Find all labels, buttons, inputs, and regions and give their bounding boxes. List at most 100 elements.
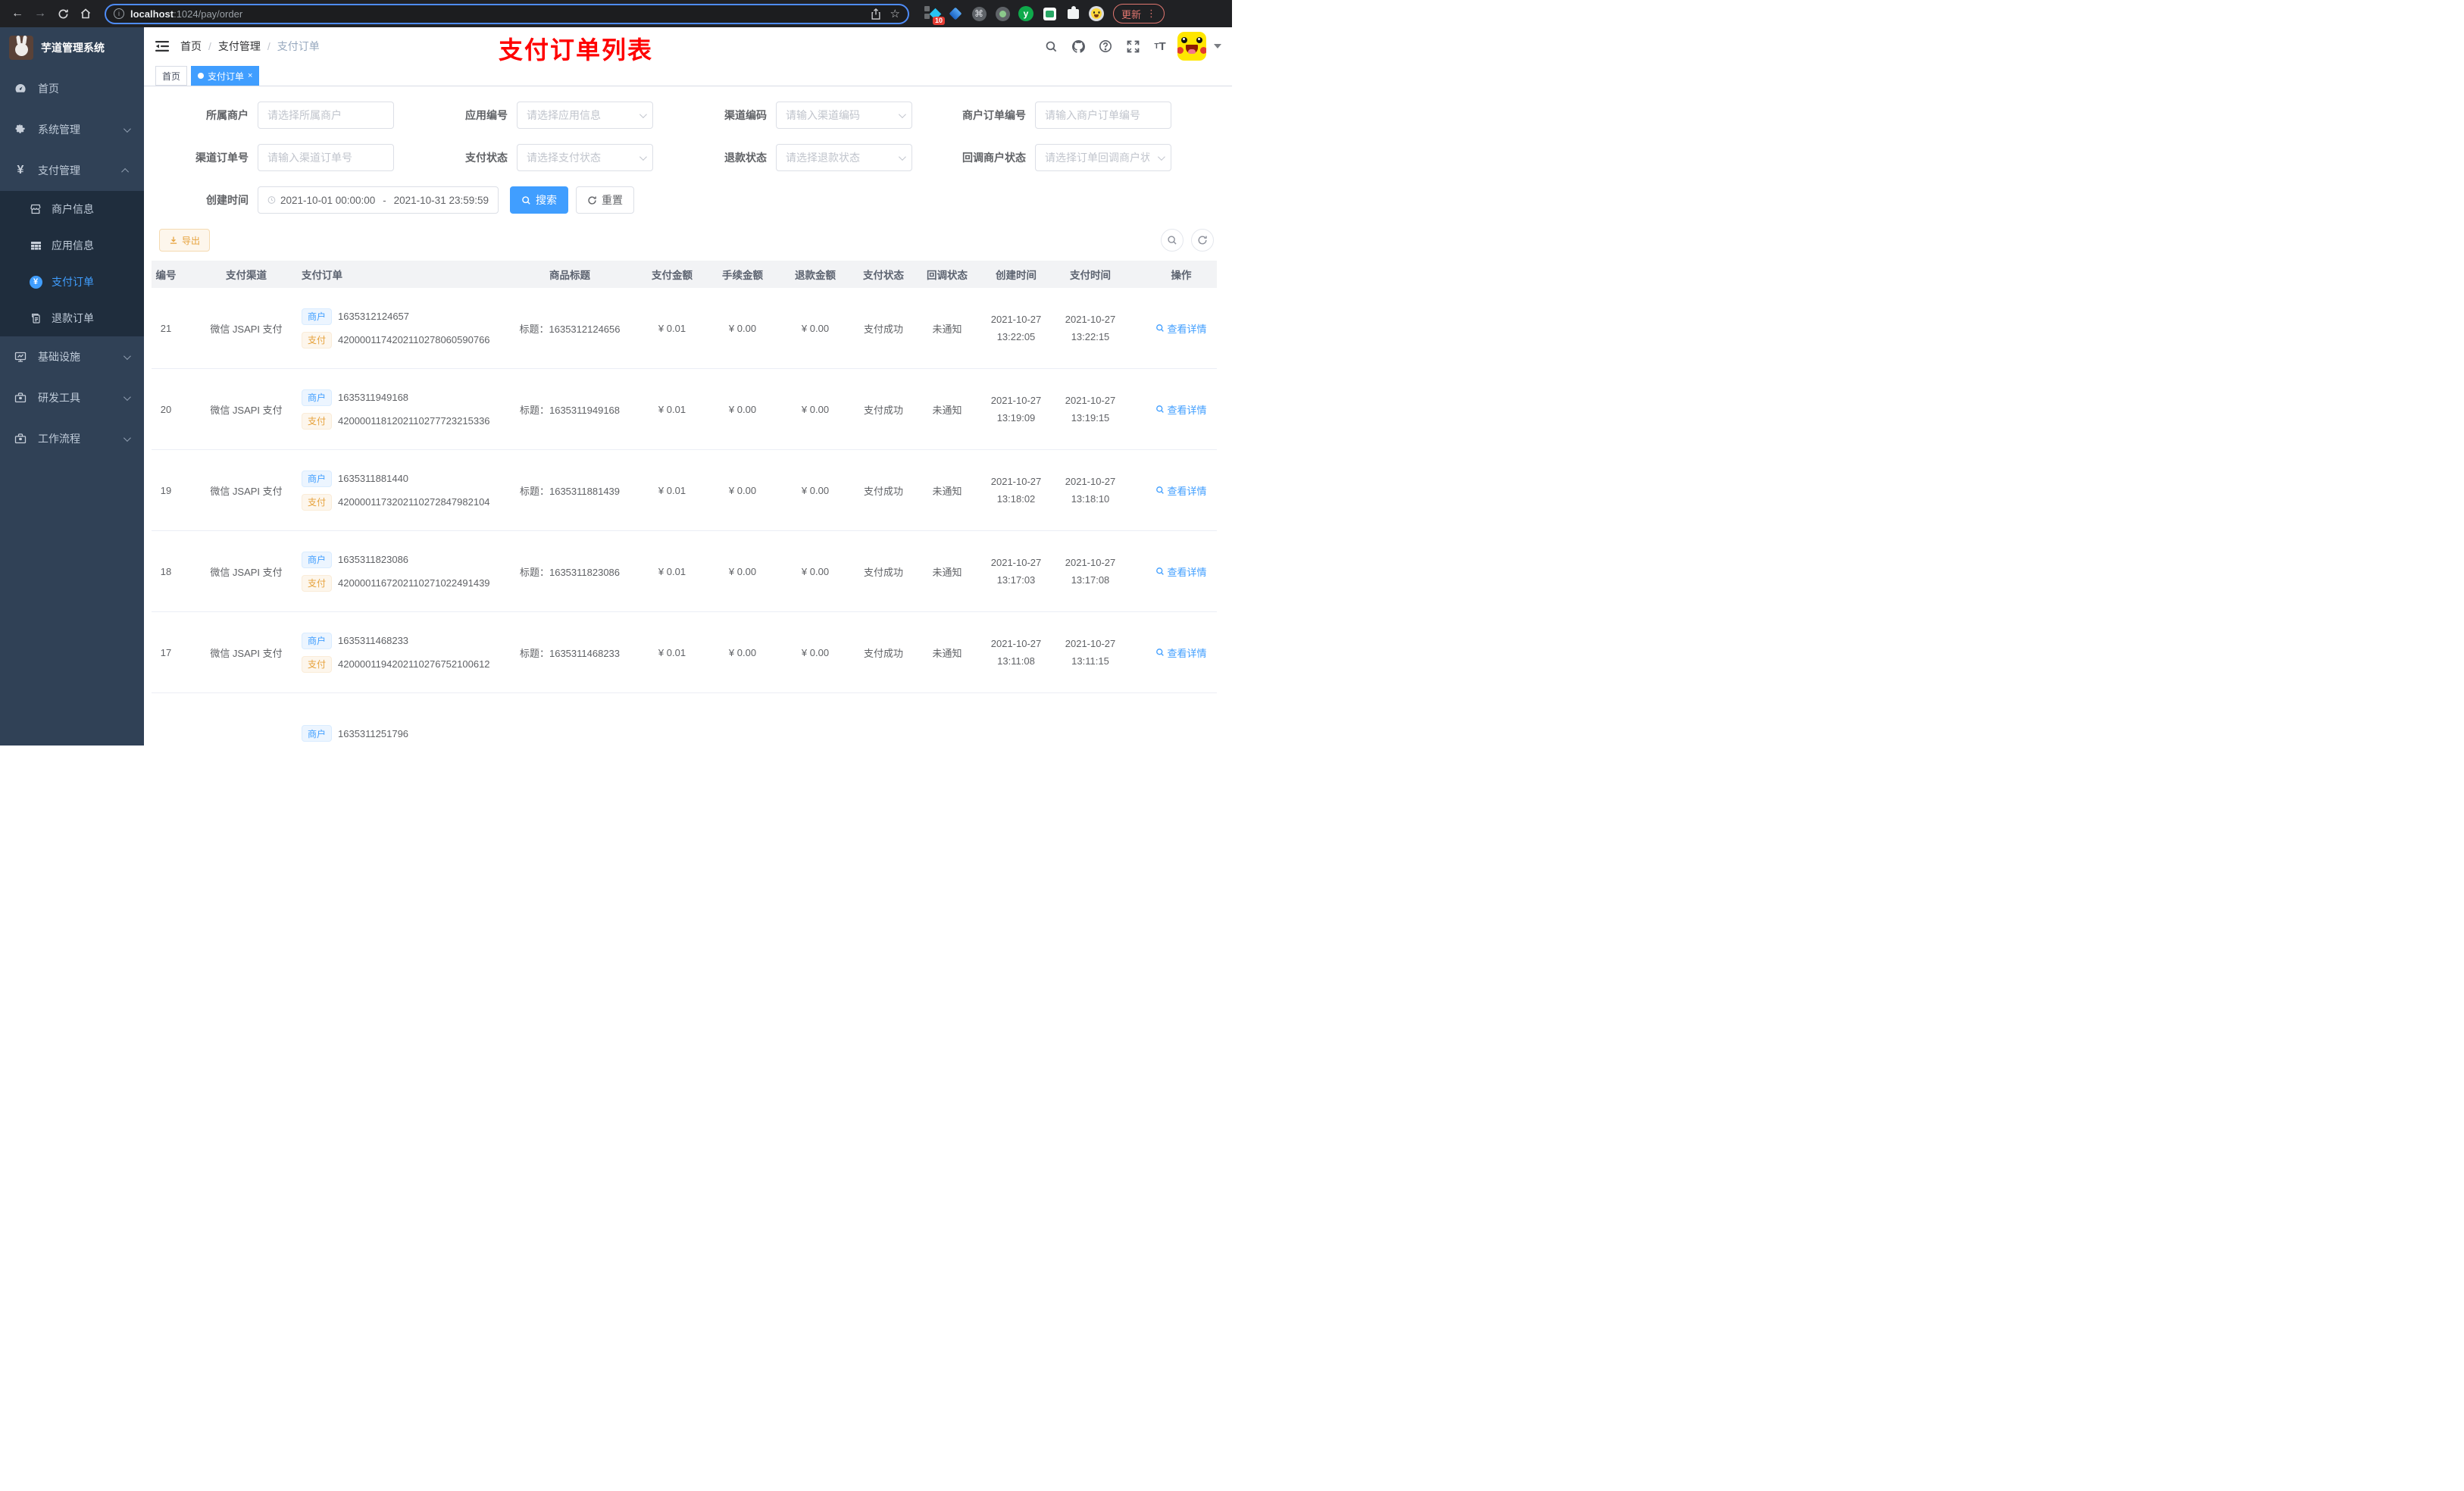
avatar-caret-icon[interactable] [1214, 44, 1221, 48]
pay-tag: 支付 [302, 412, 333, 430]
search-icon [1156, 405, 1165, 413]
reset-button[interactable]: 重置 [576, 186, 634, 214]
cell-notify-status: 未通知 [932, 647, 962, 659]
ext-command-icon[interactable]: ⌘ [971, 6, 987, 21]
bookmark-star-icon[interactable]: ☆ [890, 7, 900, 20]
sidebar-item-merchant-info[interactable]: 商户信息 [0, 191, 144, 227]
sidebar-item-refund-order[interactable]: 退款订单 [0, 300, 144, 336]
cell-order-numbers: 商户 1635312124657 支付 42000011742021102780… [297, 308, 502, 349]
cell-create-time: 2021-10-27 13:17:03 [990, 556, 1042, 586]
merchant-order-line: 商户 1635311823086 [302, 551, 497, 568]
view-detail-link[interactable]: 查看详情 [1155, 402, 1207, 417]
gear-icon [14, 123, 27, 136]
chevron-down-icon [123, 352, 131, 360]
view-detail-link[interactable]: 查看详情 [1155, 645, 1207, 660]
sidebar-item-devtools[interactable]: 研发工具 [0, 377, 144, 418]
cell-order-numbers: 商户 1635311251796 支付 [297, 725, 502, 742]
channel-order-no-input[interactable] [258, 144, 394, 171]
browser-forward-icon[interactable]: → [30, 4, 50, 23]
view-detail-link[interactable]: 查看详情 [1155, 321, 1207, 336]
date-end[interactable]: 2021-10-31 23:59:59 [394, 195, 489, 206]
ext-workspace-icon[interactable]: 10 [924, 6, 945, 25]
sidebar-item-infra[interactable]: 基础设施 [0, 336, 144, 377]
breadcrumb-pay[interactable]: 支付管理 [218, 39, 261, 54]
table-row: 19 微信 JSAPI 支付 商户 1635311881440 支付 42000… [152, 450, 1217, 531]
cell-title: 标题：1635311949168 [519, 404, 621, 416]
share-icon[interactable] [871, 8, 881, 20]
cell-fee: ¥ 0.00 [728, 484, 757, 496]
cell-actions: 查看详情 [1127, 564, 1217, 579]
pay-order-line: 支付 4200001173202110272847982104 [302, 493, 497, 511]
ext-chat-icon[interactable] [1042, 6, 1057, 21]
breadcrumb: 首页 / 支付管理 / 支付订单 [180, 39, 320, 54]
table-body: 21 微信 JSAPI 支付 商户 1635312124657 支付 42000… [152, 288, 1217, 746]
search-button[interactable]: 搜索 [510, 186, 568, 214]
logo[interactable]: 芋道管理系统 [0, 27, 144, 68]
download-icon [170, 236, 177, 244]
merchant-tag: 商户 [302, 551, 333, 568]
sidebar-item-label: 应用信息 [52, 239, 94, 252]
search-icon [1156, 567, 1165, 575]
font-size-icon[interactable]: TT [1150, 36, 1170, 56]
sidebar-item-home[interactable]: 首页 [0, 68, 144, 109]
github-icon[interactable] [1068, 36, 1088, 56]
breadcrumb-home[interactable]: 首页 [180, 39, 202, 54]
tab-close-icon[interactable]: × [248, 71, 252, 80]
extensions-row: 10 ⌘ y [924, 5, 1104, 25]
pay-status-select[interactable] [517, 144, 653, 171]
url-bar[interactable]: i localhost:1024/pay/order ☆ [105, 3, 909, 24]
ext-recorder-icon[interactable] [995, 6, 1010, 21]
merchant-order-no-input[interactable] [1035, 102, 1171, 129]
refund-status-select[interactable] [776, 144, 912, 171]
browser-menu-icon[interactable]: ⋮ [1146, 8, 1156, 20]
sidebar-item-pay-order[interactable]: ¥ 支付订单 [0, 264, 144, 300]
merchant-input[interactable] [258, 102, 394, 129]
fullscreen-icon[interactable] [1123, 36, 1143, 56]
ext-emoji-icon[interactable] [1089, 6, 1104, 21]
url-text[interactable]: localhost:1024/pay/order [130, 8, 865, 20]
cell-notify-status: 未通知 [932, 404, 962, 416]
merchant-order-no: 1635311823086 [338, 554, 409, 565]
date-start[interactable]: 2021-10-01 00:00:00 [280, 195, 375, 206]
site-info-icon[interactable]: i [114, 8, 124, 19]
ext-y-icon[interactable]: y [1018, 6, 1033, 21]
browser-reload-icon[interactable] [53, 4, 73, 23]
cell-title: 标题：1635311468233 [519, 647, 621, 659]
create-time-range-picker[interactable]: 2021-10-01 00:00:00 - 2021-10-31 23:59:5… [258, 186, 499, 214]
browser-back-icon[interactable]: ← [8, 4, 27, 23]
app-select[interactable] [517, 102, 653, 129]
sidebar-item-payment[interactable]: ¥ 支付管理 [0, 150, 144, 191]
channel-code-select[interactable] [776, 102, 912, 129]
browser-update-button[interactable]: 更新 ⋮ [1113, 4, 1165, 23]
cell-title: 标题：1635311881439 [519, 485, 621, 497]
tab-home[interactable]: 首页 [155, 66, 188, 86]
hamburger-icon[interactable] [144, 40, 180, 52]
browser-home-icon[interactable] [76, 4, 95, 23]
clock-icon [267, 196, 276, 204]
toggle-search-icon[interactable] [1161, 229, 1184, 252]
pay-tag: 支付 [302, 574, 333, 592]
sidebar-item-label: 支付管理 [38, 164, 80, 177]
view-detail-link[interactable]: 查看详情 [1155, 564, 1207, 579]
view-detail-link[interactable]: 查看详情 [1155, 483, 1207, 498]
ext-puzzle-icon[interactable] [1065, 5, 1080, 21]
search-icon[interactable] [1041, 36, 1061, 56]
ext-kite-icon[interactable] [948, 6, 963, 21]
table-row: 20 微信 JSAPI 支付 商户 1635311949168 支付 42000… [152, 369, 1217, 450]
table-toolbar: 导出 [159, 229, 1217, 252]
sidebar-item-label: 商户信息 [52, 203, 94, 215]
sidebar-item-system[interactable]: 系统管理 [0, 109, 144, 150]
help-icon[interactable] [1096, 36, 1115, 56]
tab-pay-order[interactable]: 支付订单 × [191, 66, 260, 86]
sidebar-item-app-info[interactable]: 应用信息 [0, 227, 144, 264]
export-button[interactable]: 导出 [159, 229, 211, 252]
pay-order-line: 支付 4200001194202110276752100612 [302, 655, 497, 673]
refresh-table-icon[interactable] [1191, 229, 1214, 252]
avatar[interactable] [1177, 32, 1206, 61]
search-icon [1156, 486, 1165, 494]
notify-status-select[interactable] [1035, 144, 1171, 171]
sidebar-item-workflow[interactable]: 工作流程 [0, 418, 144, 459]
pay-order-no: 4200001167202110271022491439 [338, 577, 490, 589]
briefcase-icon [14, 433, 27, 445]
field-notify-status: 回调商户状态 [937, 144, 1196, 171]
